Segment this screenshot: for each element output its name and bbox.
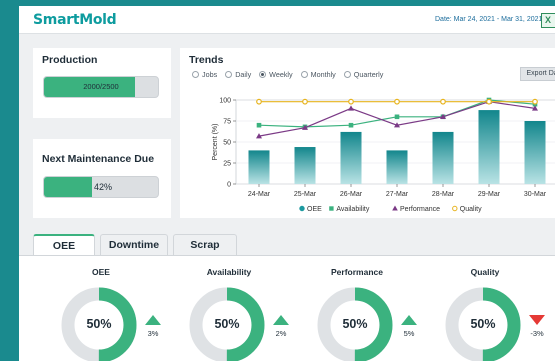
point-quality bbox=[348, 98, 354, 105]
metric-title: Performance bbox=[331, 267, 383, 277]
production-progress-bar: 2000/2500 bbox=[43, 76, 159, 98]
legend-oee-marker bbox=[299, 205, 305, 212]
y-tick-label: 50 bbox=[223, 140, 231, 147]
maintenance-progress-fill bbox=[44, 177, 92, 197]
metric-availability: Availability 50% 2% bbox=[164, 256, 294, 361]
radio-dot-icon bbox=[225, 71, 233, 78]
bar-oee-29-Mar bbox=[478, 110, 500, 184]
x-tick-label: 29-Mar bbox=[478, 191, 501, 198]
legend-performance-marker bbox=[392, 205, 398, 211]
metric-value: 50% bbox=[470, 317, 496, 331]
period-radio-quarterly[interactable]: Quarterly bbox=[343, 70, 384, 79]
point-quality bbox=[256, 98, 262, 105]
date-range[interactable]: Date: Mar 24, 2021 - Mar 31, 2021 bbox=[435, 16, 542, 23]
bar-oee-24-Mar bbox=[248, 150, 270, 184]
point-quality bbox=[394, 98, 400, 105]
period-radio-group: Jobs Daily Weekly Monthly Quarterly bbox=[192, 70, 391, 79]
period-radio-monthly[interactable]: Monthly bbox=[300, 70, 336, 79]
trend-up-icon bbox=[145, 315, 161, 325]
bar-oee-28-Mar bbox=[432, 131, 454, 184]
excel-export-icon[interactable]: X bbox=[541, 13, 555, 28]
trends-chart: 00252550507575100100Percent (%)24-Mar25-… bbox=[212, 98, 555, 213]
point-quality bbox=[440, 98, 446, 105]
point-availability bbox=[394, 114, 400, 120]
point-performance bbox=[348, 105, 354, 111]
legend-availability-marker bbox=[329, 206, 334, 211]
production-title: Production bbox=[42, 54, 98, 66]
x-tick-label: 28-Mar bbox=[432, 191, 455, 198]
metric-delta: 5% bbox=[403, 329, 415, 338]
point-quality bbox=[302, 98, 308, 105]
maintenance-card: Next Maintenance Due 42% bbox=[33, 139, 171, 218]
legend-quality-marker bbox=[452, 205, 458, 212]
trend-up-icon bbox=[273, 315, 289, 325]
legend-availability-label: Availability bbox=[336, 206, 369, 213]
bar-oee-27-Mar bbox=[386, 150, 408, 184]
point-availability bbox=[256, 122, 262, 128]
radio-dot-icon bbox=[259, 71, 267, 78]
metric-title: Quality bbox=[470, 267, 500, 277]
y-tick-label: 0 bbox=[227, 182, 231, 189]
y-tick-label: 100 bbox=[219, 98, 231, 105]
trends-title: Trends bbox=[189, 54, 224, 66]
metric-title: Availability bbox=[206, 267, 252, 277]
radio-dot-icon bbox=[300, 71, 308, 78]
maintenance-progress-bar: 42% bbox=[43, 176, 159, 198]
x-tick-label: 27-Mar bbox=[386, 191, 409, 198]
logo: SmartMold bbox=[33, 12, 117, 28]
y-tick-label: 25 bbox=[223, 161, 231, 168]
y-axis-label: Percent (%) bbox=[212, 124, 219, 161]
radio-dot-icon bbox=[343, 71, 351, 78]
y-tick-label: 75 bbox=[223, 119, 231, 126]
trend-up-icon bbox=[401, 315, 417, 325]
maintenance-title: Next Maintenance Due bbox=[42, 153, 155, 165]
metric-title: OEE bbox=[92, 267, 110, 277]
metric-delta: 3% bbox=[147, 329, 159, 338]
period-radio-label: Daily bbox=[235, 70, 252, 79]
period-radio-jobs[interactable]: Jobs bbox=[192, 70, 217, 79]
metric-quality: Quality 50% -3% bbox=[420, 256, 550, 361]
metric-value: 50% bbox=[86, 317, 112, 331]
x-tick-label: 30-Mar bbox=[524, 191, 547, 198]
period-radio-label: Jobs bbox=[202, 70, 218, 79]
metrics-panel: OEE 50% 3% Availability 50% 2% Performan… bbox=[19, 255, 555, 361]
metric-value: 50% bbox=[342, 317, 368, 331]
metric-delta: -3% bbox=[530, 329, 544, 338]
metric-delta: 2% bbox=[275, 329, 287, 338]
production-card: Production 2000/2500 bbox=[33, 48, 171, 118]
radio-dot-icon bbox=[192, 71, 199, 78]
point-quality bbox=[532, 98, 538, 105]
x-tick-label: 26-Mar bbox=[340, 191, 363, 198]
period-radio-daily[interactable]: Daily bbox=[225, 70, 251, 79]
top-bar: SmartMold Date: Mar 24, 2021 - Mar 31, 2… bbox=[19, 6, 555, 34]
metric-value: 50% bbox=[214, 317, 240, 331]
tab-bar: OEE Downtime Scrap bbox=[19, 230, 555, 256]
trend-down-icon bbox=[529, 315, 545, 325]
period-radio-weekly[interactable]: Weekly bbox=[259, 70, 293, 79]
tab-downtime[interactable]: Downtime bbox=[100, 234, 168, 256]
point-quality bbox=[486, 98, 492, 105]
bar-oee-25-Mar bbox=[294, 147, 316, 184]
metric-oee: OEE 50% 3% bbox=[36, 256, 166, 361]
maintenance-percent: 42% bbox=[94, 182, 113, 192]
export-data-button[interactable]: Export Data bbox=[520, 67, 555, 81]
tab-scrap[interactable]: Scrap bbox=[173, 234, 237, 256]
app-window: SmartMold Date: Mar 24, 2021 - Mar 31, 2… bbox=[19, 6, 555, 361]
period-radio-label: Quarterly bbox=[353, 70, 384, 79]
production-count: 2000/2500 bbox=[83, 82, 119, 91]
legend-quality-label: Quality bbox=[460, 206, 482, 213]
x-tick-label: 25-Mar bbox=[294, 191, 317, 198]
period-radio-label: Weekly bbox=[269, 70, 293, 79]
bar-oee-30-Mar bbox=[524, 121, 546, 184]
period-radio-label: Monthly bbox=[310, 70, 336, 79]
point-availability bbox=[348, 122, 354, 128]
legend-performance-label: Performance bbox=[400, 206, 440, 213]
x-tick-label: 24-Mar bbox=[248, 191, 271, 198]
bar-oee-26-Mar bbox=[340, 131, 362, 184]
metric-performance: Performance 50% 5% bbox=[292, 256, 422, 361]
legend-oee-label: OEE bbox=[307, 206, 322, 213]
trends-card: Trends Jobs Daily Weekly Monthly Quarterly E… bbox=[180, 48, 555, 218]
tab-oee[interactable]: OEE bbox=[33, 234, 95, 256]
